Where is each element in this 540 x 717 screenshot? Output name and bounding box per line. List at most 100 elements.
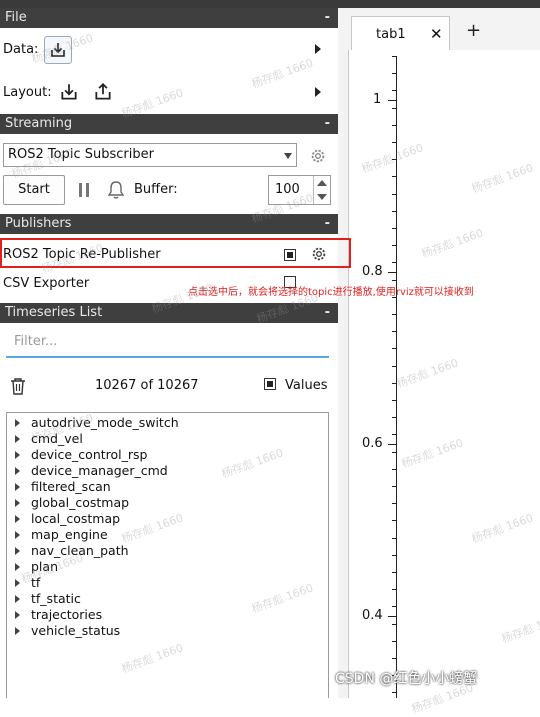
expand-arrow-icon[interactable] <box>15 579 20 587</box>
tree-item-label: trajectories <box>31 607 103 622</box>
streaming-section-title: Streaming <box>5 116 73 131</box>
file-section-header[interactable]: File - <box>0 8 338 28</box>
buffer-label: Buffer: <box>134 182 178 197</box>
start-button[interactable]: Start <box>3 175 65 205</box>
timeseries-section-header[interactable]: Timeseries List - <box>0 303 338 323</box>
expand-arrow-icon[interactable] <box>15 435 20 443</box>
tree-item[interactable]: global_costmap <box>7 495 327 511</box>
timeseries-section-title: Timeseries List <box>5 305 103 320</box>
tree-item[interactable]: trajectories <box>7 607 327 623</box>
notification-button[interactable] <box>105 179 127 201</box>
import-icon <box>51 43 65 57</box>
streaming-settings-button[interactable] <box>308 146 328 166</box>
publishers-collapse-button[interactable]: - <box>325 214 330 234</box>
publisher-item-label: CSV Exporter <box>3 276 90 291</box>
y-minor-tick <box>392 159 396 160</box>
y-minor-tick <box>392 434 396 435</box>
tree-item[interactable]: nav_clean_path <box>7 543 327 559</box>
y-tick <box>388 272 396 273</box>
import-icon <box>61 84 77 100</box>
window-top-strip <box>0 0 540 8</box>
layout-menu-arrow-icon[interactable] <box>315 87 321 97</box>
tree-item-label: device_manager_cmd <box>31 463 168 478</box>
y-axis-line <box>396 56 397 698</box>
plot-canvas[interactable] <box>348 50 540 698</box>
y-minor-tick <box>392 503 396 504</box>
expand-arrow-icon[interactable] <box>15 451 20 459</box>
expand-arrow-icon[interactable] <box>15 483 20 491</box>
streaming-section-header[interactable]: Streaming - <box>0 114 338 134</box>
tree-item[interactable]: tf_static <box>7 591 327 607</box>
y-minor-tick <box>392 572 396 573</box>
expand-arrow-icon[interactable] <box>15 627 20 635</box>
filter-input[interactable] <box>12 333 316 350</box>
y-minor-tick <box>392 417 396 418</box>
filter-box <box>6 331 329 358</box>
expand-arrow-icon[interactable] <box>15 499 20 507</box>
expand-arrow-icon[interactable] <box>15 611 20 619</box>
buffer-spinbox[interactable]: 100 <box>268 175 331 205</box>
values-label: Values <box>285 378 328 393</box>
tree-item[interactable]: device_control_rsp <box>7 447 327 463</box>
expand-arrow-icon[interactable] <box>15 595 20 603</box>
tree-item[interactable]: cmd_vel <box>7 431 327 447</box>
annotation-text: 点击选中后，就会将选择的topic进行播放,使用rviz就可以接收到 <box>188 287 474 298</box>
export-icon <box>95 82 111 100</box>
y-tick-label: 1 <box>373 92 382 107</box>
tree-item[interactable]: device_manager_cmd <box>7 463 327 479</box>
y-minor-tick <box>392 452 396 453</box>
values-checkbox[interactable] <box>264 378 276 390</box>
tree-item-label: device_control_rsp <box>31 447 148 462</box>
tree-item[interactable]: plan <box>7 559 327 575</box>
tree-item[interactable]: autodrive_mode_switch <box>7 415 327 431</box>
delete-series-button[interactable] <box>8 375 28 397</box>
tree-item[interactable]: map_engine <box>7 527 327 543</box>
y-minor-tick <box>392 211 396 212</box>
streaming-source-value: ROS2 Topic Subscriber <box>8 147 154 162</box>
y-minor-tick <box>392 624 396 625</box>
tab-label: tab1 <box>376 27 406 42</box>
expand-arrow-icon[interactable] <box>15 563 20 571</box>
close-icon[interactable]: ✕ <box>430 25 443 43</box>
expand-arrow-icon[interactable] <box>15 419 20 427</box>
streaming-source-select[interactable]: ROS2 Topic Subscriber <box>3 143 297 167</box>
timeseries-collapse-button[interactable]: - <box>325 303 330 323</box>
data-label: Data: <box>3 42 39 57</box>
expand-arrow-icon[interactable] <box>15 531 20 539</box>
gear-icon <box>311 149 325 163</box>
expand-arrow-icon[interactable] <box>15 467 20 475</box>
file-collapse-button[interactable]: - <box>325 8 330 28</box>
load-layout-button[interactable] <box>58 80 80 104</box>
y-minor-tick <box>392 194 396 195</box>
y-minor-tick <box>392 228 396 229</box>
y-minor-tick <box>392 606 396 607</box>
y-minor-tick <box>392 73 396 74</box>
y-tick-label: 0.4 <box>362 608 383 623</box>
spin-down-icon[interactable] <box>317 194 327 200</box>
tree-item[interactable]: local_costmap <box>7 511 327 527</box>
add-tab-button[interactable]: + <box>466 20 481 41</box>
y-tick <box>388 444 396 445</box>
csdn-watermark: CSDN @红色小小螃蟹 <box>335 671 478 687</box>
load-data-button[interactable] <box>44 36 72 64</box>
expand-arrow-icon[interactable] <box>15 515 20 523</box>
tab-tab1[interactable]: tab1 ✕ <box>351 16 450 50</box>
data-menu-arrow-icon[interactable] <box>315 44 321 54</box>
layout-label: Layout: <box>3 85 52 100</box>
save-layout-button[interactable] <box>92 80 114 104</box>
y-minor-tick <box>392 486 396 487</box>
tree-item[interactable]: vehicle_status <box>7 623 327 639</box>
y-minor-tick <box>392 520 396 521</box>
y-minor-tick <box>392 641 396 642</box>
buffer-value: 100 <box>275 182 300 197</box>
timeseries-tree[interactable]: autodrive_mode_switch cmd_vel device_contr… <box>6 412 329 698</box>
tree-item[interactable]: filtered_scan <box>7 479 327 495</box>
spin-up-icon[interactable] <box>317 180 327 186</box>
y-minor-tick <box>392 555 396 556</box>
pause-button[interactable] <box>76 180 92 200</box>
expand-arrow-icon[interactable] <box>15 547 20 555</box>
tree-item[interactable]: tf <box>7 575 327 591</box>
publishers-section-header[interactable]: Publishers - <box>0 214 338 234</box>
y-minor-tick <box>392 125 396 126</box>
streaming-collapse-button[interactable]: - <box>325 114 330 134</box>
